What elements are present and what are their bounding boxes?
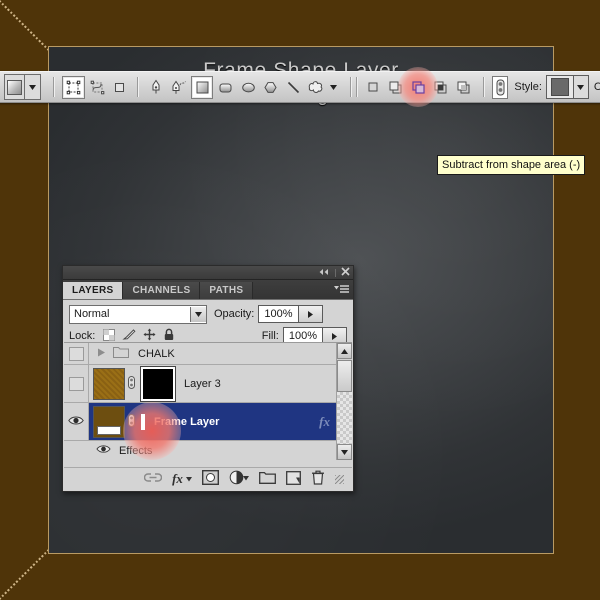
divider <box>355 77 358 97</box>
scroll-up-button[interactable] <box>337 343 352 359</box>
tooltip: Subtract from shape area (-) <box>437 155 586 175</box>
scroll-down-button[interactable] <box>337 444 352 460</box>
layer-thumbnail[interactable] <box>93 405 125 438</box>
add-to-shape-area-button[interactable] <box>386 77 407 98</box>
polygon-tool-button[interactable] <box>261 77 282 98</box>
color-label: Co <box>593 81 600 93</box>
exclude-overlapping-shape-areas-button[interactable] <box>453 77 474 98</box>
freeform-pen-tool-button[interactable] <box>168 77 189 98</box>
tab-paths[interactable]: PATHS <box>200 282 254 299</box>
group-expand-arrow-icon[interactable] <box>97 348 106 360</box>
panel-menu-icon[interactable] <box>334 284 349 297</box>
custom-shape-chevron-down-icon[interactable] <box>328 77 339 98</box>
divider <box>335 268 336 277</box>
layers-panel: LAYERS CHANNELS PATHS Normal Opacity: 10… <box>62 265 354 492</box>
visibility-toggle[interactable] <box>64 403 89 440</box>
tab-channels[interactable]: CHANNELS <box>123 282 201 299</box>
layers-scrollbar[interactable] <box>336 343 352 460</box>
intersect-shape-areas-button[interactable] <box>431 77 452 98</box>
blend-opacity-row: Normal Opacity: 100% <box>63 303 353 325</box>
eye-icon <box>68 415 84 429</box>
vector-mask-thumbnail[interactable] <box>141 413 145 430</box>
delete-layer-button[interactable] <box>311 470 325 488</box>
mode-fill-pixels-button[interactable] <box>109 77 130 98</box>
layers-list-rows: CHALK Layer 3 Frame Layer fx Effects <box>64 343 336 460</box>
list-item[interactable]: Effects <box>64 441 336 460</box>
new-adjustment-layer-button[interactable] <box>229 470 249 488</box>
link-layers-button[interactable] <box>143 472 163 486</box>
scrollbar-thumb[interactable] <box>337 360 352 392</box>
link-mask-icon[interactable] <box>125 375 137 392</box>
panel-titlebar <box>63 266 353 280</box>
effects-label: Effects <box>119 444 153 457</box>
style-label: Style: <box>514 81 542 93</box>
create-new-shape-layer-button[interactable] <box>363 77 384 98</box>
lock-label: Lock: <box>69 330 96 342</box>
style-picker[interactable] <box>545 75 589 99</box>
fill-label: Fill: <box>261 330 279 342</box>
rectangle-tool-button[interactable] <box>190 75 214 99</box>
collapse-to-icons-icon[interactable] <box>318 267 330 279</box>
divider <box>136 77 139 97</box>
divider <box>349 77 352 97</box>
opacity-label: Opacity: <box>214 308 255 320</box>
layer-mask-thumbnail[interactable] <box>140 365 176 402</box>
opacity-input[interactable]: 100% <box>258 305 323 323</box>
panel-resize-grip[interactable] <box>335 474 344 484</box>
chevron-down-icon[interactable] <box>25 84 40 90</box>
close-icon[interactable] <box>341 266 350 279</box>
subtract-from-shape-area-button[interactable] <box>398 67 439 107</box>
layers-panel-footer: fx <box>64 467 352 490</box>
current-tool-icon <box>5 75 25 99</box>
layers-list: CHALK Layer 3 Frame Layer fx Effects <box>64 342 352 460</box>
pen-tool-button[interactable] <box>146 77 167 98</box>
mode-shape-layers-button[interactable] <box>62 75 85 99</box>
eye-icon[interactable] <box>96 444 111 457</box>
layer-thumbnail[interactable] <box>93 367 125 400</box>
eye-icon-off <box>68 346 84 361</box>
layer-style-icon[interactable] <box>491 75 509 99</box>
ellipse-tool-button[interactable] <box>238 77 259 98</box>
link-mask-icon[interactable] <box>125 413 137 430</box>
scrollbar-track[interactable] <box>337 392 352 444</box>
rounded-rectangle-tool-button[interactable] <box>215 77 236 98</box>
visibility-toggle[interactable] <box>64 343 89 364</box>
blend-mode-value: Normal <box>74 308 110 320</box>
visibility-toggle[interactable] <box>64 365 89 402</box>
tab-layers[interactable]: LAYERS <box>63 282 124 299</box>
divider <box>53 77 56 97</box>
style-swatch <box>546 76 574 98</box>
layer-effects-icon[interactable]: fx <box>319 414 330 430</box>
layer-name: Layer 3 <box>184 377 221 390</box>
fill-value: 100% <box>288 330 317 342</box>
line-tool-button[interactable] <box>283 77 304 98</box>
layer-name: Frame Layer <box>154 415 220 428</box>
eye-icon-off <box>68 376 84 391</box>
add-layer-mask-button[interactable] <box>201 469 220 488</box>
tool-preset-picker[interactable] <box>4 74 42 100</box>
chevron-down-icon[interactable] <box>190 306 206 322</box>
panel-tabs: LAYERS CHANNELS PATHS <box>63 280 353 300</box>
divider <box>482 77 485 97</box>
list-item[interactable]: Frame Layer fx <box>64 401 336 460</box>
new-group-button[interactable] <box>259 471 276 487</box>
vector-mask-thumbnail-wrap <box>123 401 181 460</box>
custom-shape-tool-button[interactable] <box>306 77 327 98</box>
blend-mode-select[interactable]: Normal <box>69 304 207 324</box>
chevron-down-icon[interactable] <box>573 76 588 98</box>
opacity-value: 100% <box>264 308 293 320</box>
new-layer-button[interactable] <box>286 470 301 488</box>
options-bar: Style: Co <box>0 67 600 107</box>
folder-icon <box>113 346 129 361</box>
add-layer-style-button[interactable]: fx <box>172 471 192 487</box>
opacity-slider-arrow-icon[interactable] <box>297 306 322 322</box>
list-item[interactable]: Layer 3 <box>64 365 336 403</box>
mode-paths-button[interactable] <box>87 77 108 98</box>
group-name: CHALK <box>138 347 175 360</box>
list-item[interactable]: CHALK <box>64 343 336 365</box>
screenshot-root: Frame Shape Layer Substract 1 rectangle … <box>0 0 600 600</box>
